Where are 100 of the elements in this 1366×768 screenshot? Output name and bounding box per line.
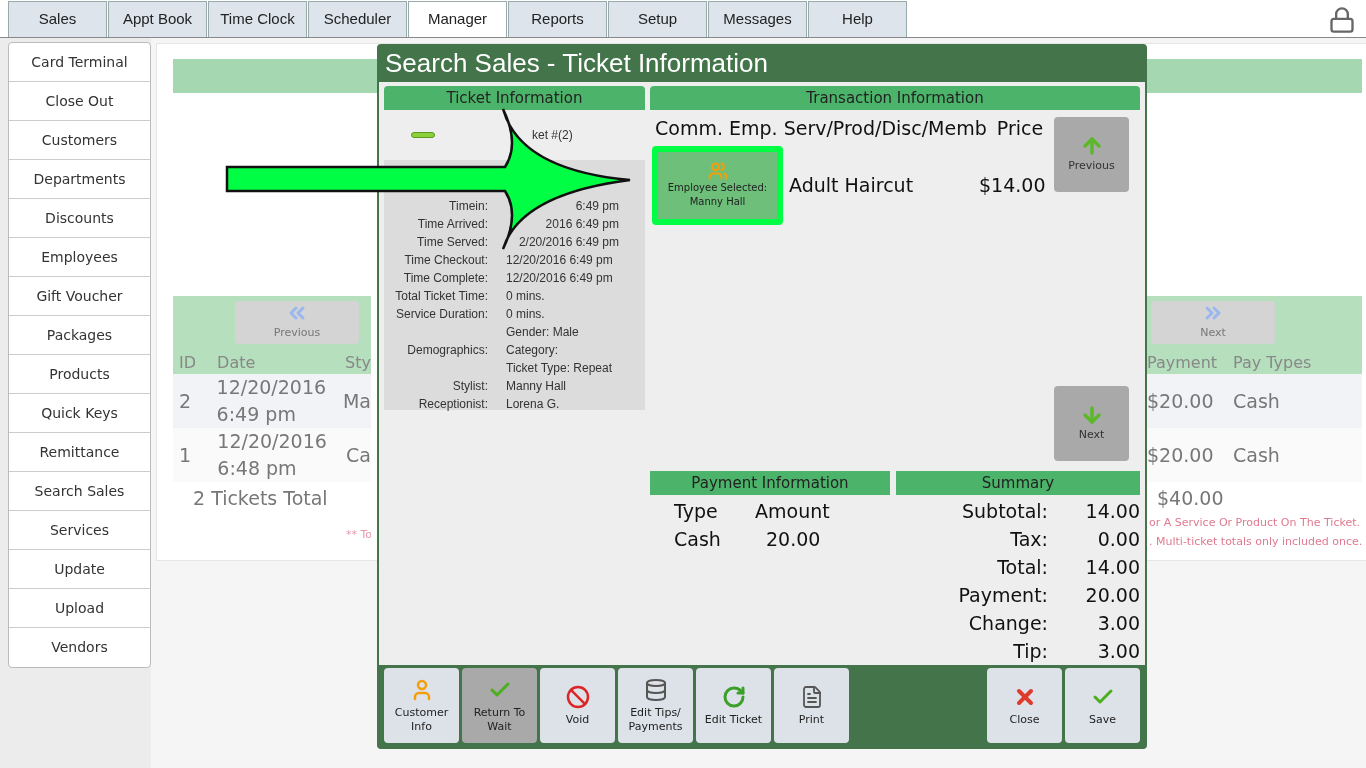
column-header: Type [673,499,719,524]
total-amount: $40.00 [1156,486,1225,511]
summary-value: 14.00 [1084,499,1140,524]
detail-value: 0 mins. [506,288,545,305]
table-cell-text: Cash [1233,388,1280,414]
column-header: ID [178,352,198,374]
footnote: . Multi-ticket totals only included once. [1148,533,1363,550]
nav-tab[interactable]: Appt Book [108,1,207,37]
next-button[interactable]: Next [1054,386,1129,461]
toolbar-button[interactable]: Print [774,668,849,743]
column-header: Price [996,116,1044,141]
summary-value: 3.00 [1096,611,1140,636]
table-cell-text: Cash [673,527,722,552]
toolbar-button[interactable]: Edit Tips/ Payments [618,668,693,743]
sidebar-item[interactable]: Gift Voucher [9,277,150,316]
detail-label: Time Complete: [403,270,488,287]
column-header: Date [217,352,257,374]
sidebar-item[interactable]: Remittance [9,433,150,472]
detail-label: Service Duration: [395,306,488,323]
detail-value: Lorena G. [506,396,560,413]
summary-label: Tax: [1009,527,1048,552]
dialog-title: Search Sales - Ticket Information [384,47,769,80]
detail-value: 2016 6:49 pm [545,216,620,233]
detail-label: Demographics: [407,342,488,359]
nav-tab[interactable]: Manager [408,1,507,37]
column-header: Payment [1146,352,1219,374]
nav-tab[interactable]: Setup [608,1,707,37]
summary-value: 3.00 [1096,639,1140,664]
summary-value: 0.00 [1096,527,1140,552]
nav-tab[interactable]: Time Clock [208,1,307,37]
toolbar-button[interactable]: Customer Info [384,668,459,743]
detail-value: Ticket Type: Repeat [506,360,614,377]
people-icon [707,161,728,181]
column-header: Amount [755,499,830,524]
detail-label: Stylist: [452,378,488,395]
table-cell-text: 12/20/2016 6:48 pm [217,429,328,481]
detail-value: 0 mins. [506,306,545,323]
prohibited-icon [565,684,590,709]
summary-label: Total: [996,555,1048,580]
lock-icon[interactable] [1328,6,1356,34]
detail-value: 12/20/2016 6:49 pm [506,270,613,287]
ticket-number: ket #(2) [532,127,573,144]
sidebar-item[interactable]: Card Terminal [9,43,150,82]
table-cell-text: $20.00 [1146,388,1215,414]
sidebar-item[interactable]: Packages [9,316,150,355]
sidebar-item[interactable]: Customers [9,121,150,160]
summary-label: Change: [967,611,1048,636]
summary-label: Tip: [1012,639,1048,664]
sidebar-item[interactable]: Search Sales [9,472,150,511]
sidebar-item[interactable]: Quick Keys [9,394,150,433]
detail-value: Manny Hall [506,378,567,395]
sidebar-item[interactable]: Products [9,355,150,394]
detail-label: Receptionist: [418,396,488,413]
nav-tab[interactable]: Help [808,1,907,37]
detail-label: Time Arrived: [417,216,488,233]
database-icon [643,677,668,702]
sidebar-item[interactable]: Vendors [9,628,150,667]
toolbar-button[interactable]: Save [1065,668,1140,743]
detail-value: 6:49 pm [575,198,620,215]
panel-header: Transaction Information [650,86,1140,110]
detail-value: 12/20/2016 6:49 pm [506,252,613,269]
price: $14.00 [979,172,1046,198]
sidebar-item[interactable]: Upload [9,589,150,628]
toolbar-button[interactable]: Close [987,668,1062,743]
detail-label: Total Ticket Time: [395,288,488,305]
detail-label: Time Served: [417,234,488,251]
sidebar-item[interactable]: Services [9,511,150,550]
sidebar-item[interactable]: Update [9,550,150,589]
previous-button[interactable]: Previous [1054,117,1129,192]
detail-value: 2/20/2016 6:49 pm [518,234,620,251]
panel-header: Payment Information [650,471,890,495]
nav-tab[interactable]: Sales [8,1,107,37]
sidebar-item[interactable]: Discounts [9,199,150,238]
status-bar-icon [411,132,435,138]
toolbar-button[interactable]: Return To Wait [462,668,537,743]
summary-label: Payment: [957,583,1048,608]
table-cell-text: $20.00 [1146,442,1215,468]
detail-label: Timein: [449,198,488,215]
refresh-icon [721,684,746,709]
panel-header: Summary [896,471,1140,495]
table-cell-text: 20.00 [766,527,821,552]
detail-label: Time Checkout: [404,252,488,269]
nav-tab[interactable]: Scheduler [308,1,407,37]
sidebar-item[interactable]: Employees [9,238,150,277]
footnote: ** To [345,526,371,543]
nav-tab[interactable]: Reports [508,1,607,37]
toolbar-button[interactable]: Edit Ticket [696,668,771,743]
employee-button[interactable]: Employee Selected: Manny Hall [652,145,783,225]
table-cell-text: Cash [1233,442,1280,468]
sidebar-item[interactable]: Departments [9,160,150,199]
summary-label: Subtotal: [961,499,1048,524]
panel-header: Ticket Information [384,86,645,110]
total-label: 2 Tickets Total [192,486,329,511]
detail-value: Category: [506,342,560,359]
column-header: Comm. Emp. Serv/Prod/Disc/Memb [655,116,987,141]
nav-tab[interactable]: Messages [708,1,807,37]
column-header: Pay Types [1233,352,1312,374]
sidebar-item[interactable]: Close Out [9,82,150,121]
toolbar-button[interactable]: Void [540,668,615,743]
footnote: or A Service Or Product On The Ticket. [1148,514,1361,531]
